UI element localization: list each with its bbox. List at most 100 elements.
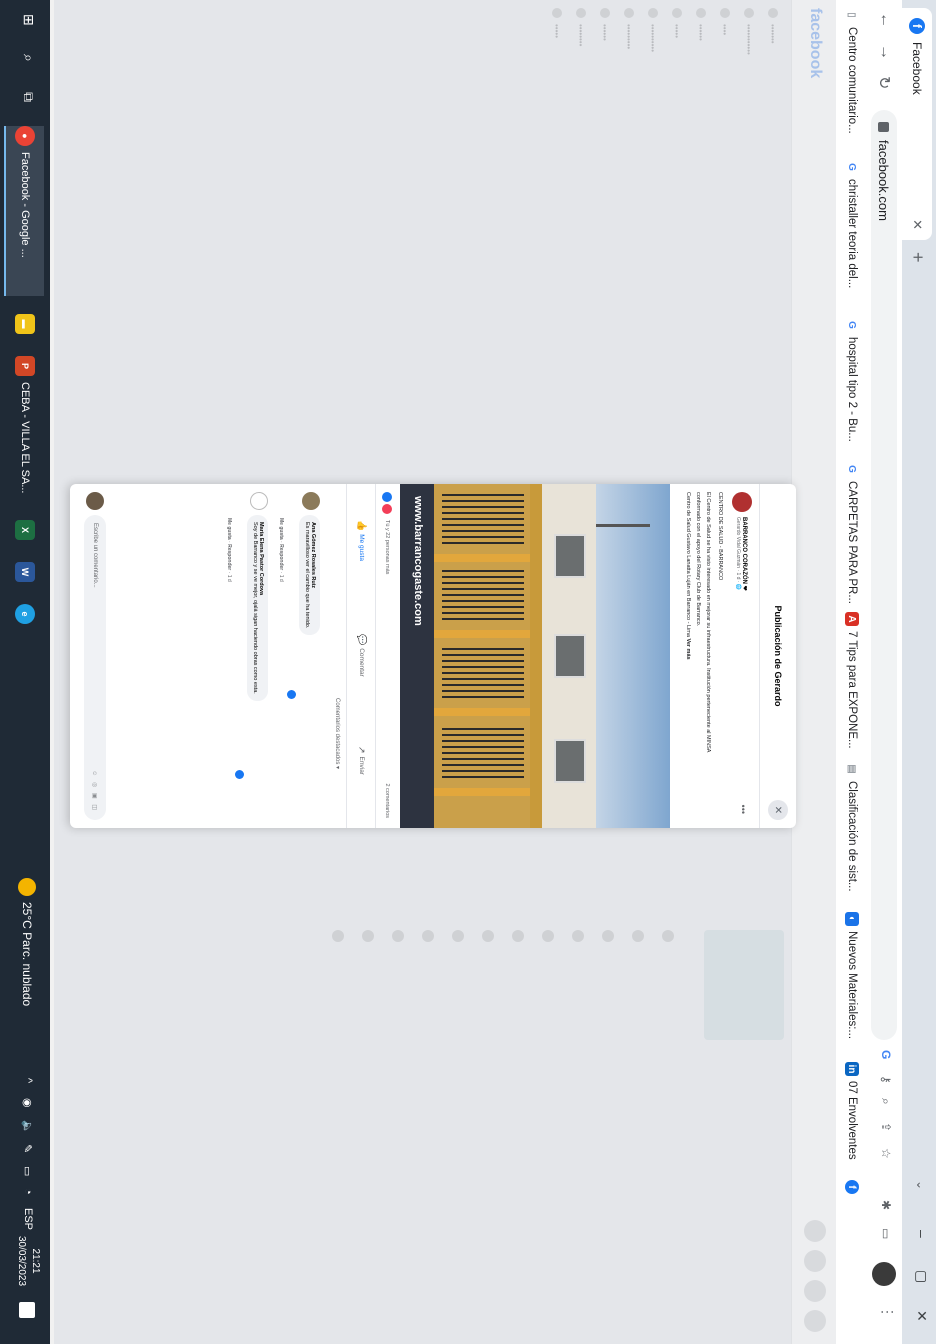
bookmark-item[interactable]: Ghospital tipo 2 - Bu... bbox=[845, 318, 859, 442]
menu-grid-icon[interactable] bbox=[804, 1220, 826, 1242]
left-nav-item[interactable]: •••••••• bbox=[574, 8, 588, 158]
new-tab-button[interactable]: + bbox=[907, 252, 928, 263]
contact-avatar[interactable] bbox=[362, 930, 374, 942]
send-button[interactable]: ↗ Enviar bbox=[356, 746, 367, 775]
extensions-icon[interactable]: ✱ bbox=[879, 1200, 893, 1210]
notifications-icon[interactable] bbox=[19, 1302, 35, 1318]
comment-meta: Me gusta · Responder · 1 d bbox=[278, 518, 284, 582]
commenter-avatar[interactable] bbox=[302, 492, 320, 510]
like-button[interactable]: 👍 Me gusta bbox=[356, 520, 367, 561]
bookmark-item[interactable]: ▯ Centro comunitario... bbox=[845, 8, 859, 134]
contact-avatar[interactable] bbox=[632, 930, 644, 942]
contact-avatar[interactable] bbox=[482, 930, 494, 942]
contact-avatar[interactable] bbox=[542, 930, 554, 942]
back-icon[interactable]: ← bbox=[876, 12, 894, 28]
reactions-summary[interactable]: Tú y 22 personas más bbox=[382, 492, 392, 574]
facebook-logo[interactable]: facebook bbox=[806, 8, 824, 78]
taskbar-clock[interactable]: 21:21 30/03/2023 bbox=[14, 1236, 42, 1286]
contact-avatar[interactable] bbox=[602, 930, 614, 942]
bookmark-item[interactable]: G CARPETAS PARA PR... bbox=[845, 462, 859, 604]
account-avatar[interactable] bbox=[804, 1310, 826, 1332]
side-panel-icon[interactable]: ▭ bbox=[879, 1228, 893, 1239]
taskbar-app-excel[interactable]: X bbox=[6, 520, 44, 550]
contact-avatar[interactable] bbox=[452, 930, 464, 942]
comment-reply-link[interactable]: Responder bbox=[226, 544, 232, 570]
start-windows-icon[interactable]: ⊞ bbox=[20, 14, 37, 26]
commenter-avatar[interactable] bbox=[250, 492, 268, 510]
facebook-bookmark[interactable]: f bbox=[845, 1180, 859, 1199]
taskbar-app-chrome[interactable]: ● Facebook - Google ... bbox=[4, 126, 44, 296]
bookmark-item[interactable]: ▤ Clasificación de sist... bbox=[845, 762, 859, 891]
left-nav-item[interactable]: •••••••••• bbox=[646, 8, 660, 158]
task-view-icon[interactable]: ⧉ bbox=[20, 92, 37, 102]
more-options-icon[interactable]: ••• bbox=[738, 805, 748, 814]
comment-button[interactable]: 💬 Comentar bbox=[356, 634, 367, 677]
location-icon[interactable]: ◉ bbox=[21, 1098, 34, 1108]
taskbar-app-explorer[interactable]: ▬ bbox=[6, 314, 44, 344]
bookmark-item[interactable]: Gchristaller teoria del... bbox=[845, 160, 859, 288]
share-icon[interactable]: ⇪ bbox=[879, 1122, 893, 1132]
show-hidden-icons[interactable]: ^ bbox=[22, 1078, 34, 1083]
contact-avatar[interactable] bbox=[512, 930, 524, 942]
wifi-icon[interactable]: ◔ bbox=[22, 1188, 34, 1195]
minimize-button[interactable]: – bbox=[914, 1230, 930, 1238]
left-nav-item[interactable]: •••••• bbox=[598, 8, 612, 158]
left-nav-item[interactable]: ••••••• bbox=[766, 8, 780, 158]
tab-search-icon[interactable]: ⌄ bbox=[914, 1180, 928, 1190]
rotated-desktop: f Facebook ✕ + ⌄ – ▢ ✕ ← → ↻ facebook.co… bbox=[0, 0, 936, 1344]
contact-avatar[interactable] bbox=[332, 930, 344, 942]
comment-reply-link[interactable]: Responder bbox=[278, 544, 284, 570]
comments-filter[interactable]: Comentarios destacados ▾ bbox=[334, 698, 341, 769]
page-avatar[interactable] bbox=[732, 492, 752, 512]
sponsored-ad[interactable] bbox=[704, 930, 784, 1040]
menu-icon[interactable]: ⋮ bbox=[879, 1305, 896, 1319]
bookmark-item[interactable]: ◐ Nuevos Materiales:... bbox=[845, 912, 859, 1039]
address-bar[interactable]: facebook.com bbox=[871, 110, 897, 1040]
tab-facebook[interactable]: f Facebook ✕ bbox=[902, 8, 932, 240]
profile-avatar[interactable] bbox=[872, 1262, 896, 1286]
author-name[interactable]: BARRANCO CORAZÓN ❤ bbox=[742, 517, 749, 591]
close-window-button[interactable]: ✕ bbox=[913, 1310, 930, 1322]
close-tab-icon[interactable]: ✕ bbox=[909, 219, 925, 230]
bookmark-item[interactable]: in 07 Envolventes bbox=[845, 1062, 859, 1160]
left-nav-item[interactable]: ••••• bbox=[550, 8, 564, 158]
search-icon[interactable]: ⌕ bbox=[20, 54, 37, 62]
contact-avatar[interactable] bbox=[572, 930, 584, 942]
post-photo[interactable]: www.barrancogaste.com bbox=[400, 484, 670, 828]
pen-icon[interactable]: ✎ bbox=[21, 1144, 34, 1153]
bookmark-item[interactable]: A7 Tips para EXPONE... bbox=[845, 612, 859, 749]
close-icon[interactable]: ✕ bbox=[768, 800, 788, 820]
taskbar-app-powerpoint[interactable]: P CEBA - VILLA EL SA... bbox=[6, 356, 44, 506]
left-nav-item[interactable]: ••••••••••• bbox=[742, 8, 756, 158]
taskbar-app-edge[interactable]: e bbox=[6, 604, 44, 634]
left-nav-item[interactable]: •••••• bbox=[694, 8, 708, 158]
zoom-icon[interactable]: ⌕ bbox=[878, 1098, 893, 1105]
contact-avatar[interactable] bbox=[422, 930, 434, 942]
comment-input[interactable]: Escribe un comentario... ☺ ◎ ▣ ◫ bbox=[84, 515, 106, 820]
reload-icon[interactable]: ↻ bbox=[874, 76, 894, 89]
see-more-link[interactable]: Ver más bbox=[685, 638, 691, 659]
battery-icon[interactable]: ▭ bbox=[21, 1166, 34, 1176]
notifications-icon[interactable] bbox=[804, 1280, 826, 1302]
volume-icon[interactable]: 🔈 bbox=[21, 1120, 34, 1134]
left-nav-item[interactable]: •••• bbox=[718, 8, 732, 158]
maximize-button[interactable]: ▢ bbox=[913, 1270, 930, 1283]
contact-avatar[interactable] bbox=[392, 930, 404, 942]
taskbar-app-word[interactable]: W bbox=[6, 562, 44, 592]
comment-like-link[interactable]: Me gusta bbox=[278, 518, 284, 540]
left-nav-item[interactable]: ••••••••• bbox=[622, 8, 636, 158]
weather-widget[interactable]: 25°C Parc. nublado bbox=[18, 878, 36, 1006]
contact-avatar[interactable] bbox=[662, 930, 674, 942]
comment-tools-icons[interactable]: ☺ ◎ ▣ ◫ bbox=[92, 770, 99, 812]
messenger-icon[interactable] bbox=[804, 1250, 826, 1272]
horizontal-scrollbar[interactable] bbox=[50, 0, 54, 1344]
google-lens-icon[interactable]: G bbox=[879, 1050, 893, 1059]
language-indicator[interactable]: ESP bbox=[22, 1208, 34, 1230]
post-text-line: conformado con el apoyo del Rotary Club … bbox=[695, 492, 701, 627]
key-icon[interactable]: ⚷ bbox=[879, 1075, 893, 1084]
left-nav-item[interactable]: ••••• bbox=[670, 8, 684, 158]
bookmark-star-icon[interactable]: ☆ bbox=[879, 1148, 893, 1159]
comments-count[interactable]: 2 comentarios bbox=[384, 783, 390, 818]
forward-icon[interactable]: → bbox=[876, 44, 894, 60]
comment-like-link[interactable]: Me gusta bbox=[226, 518, 232, 540]
